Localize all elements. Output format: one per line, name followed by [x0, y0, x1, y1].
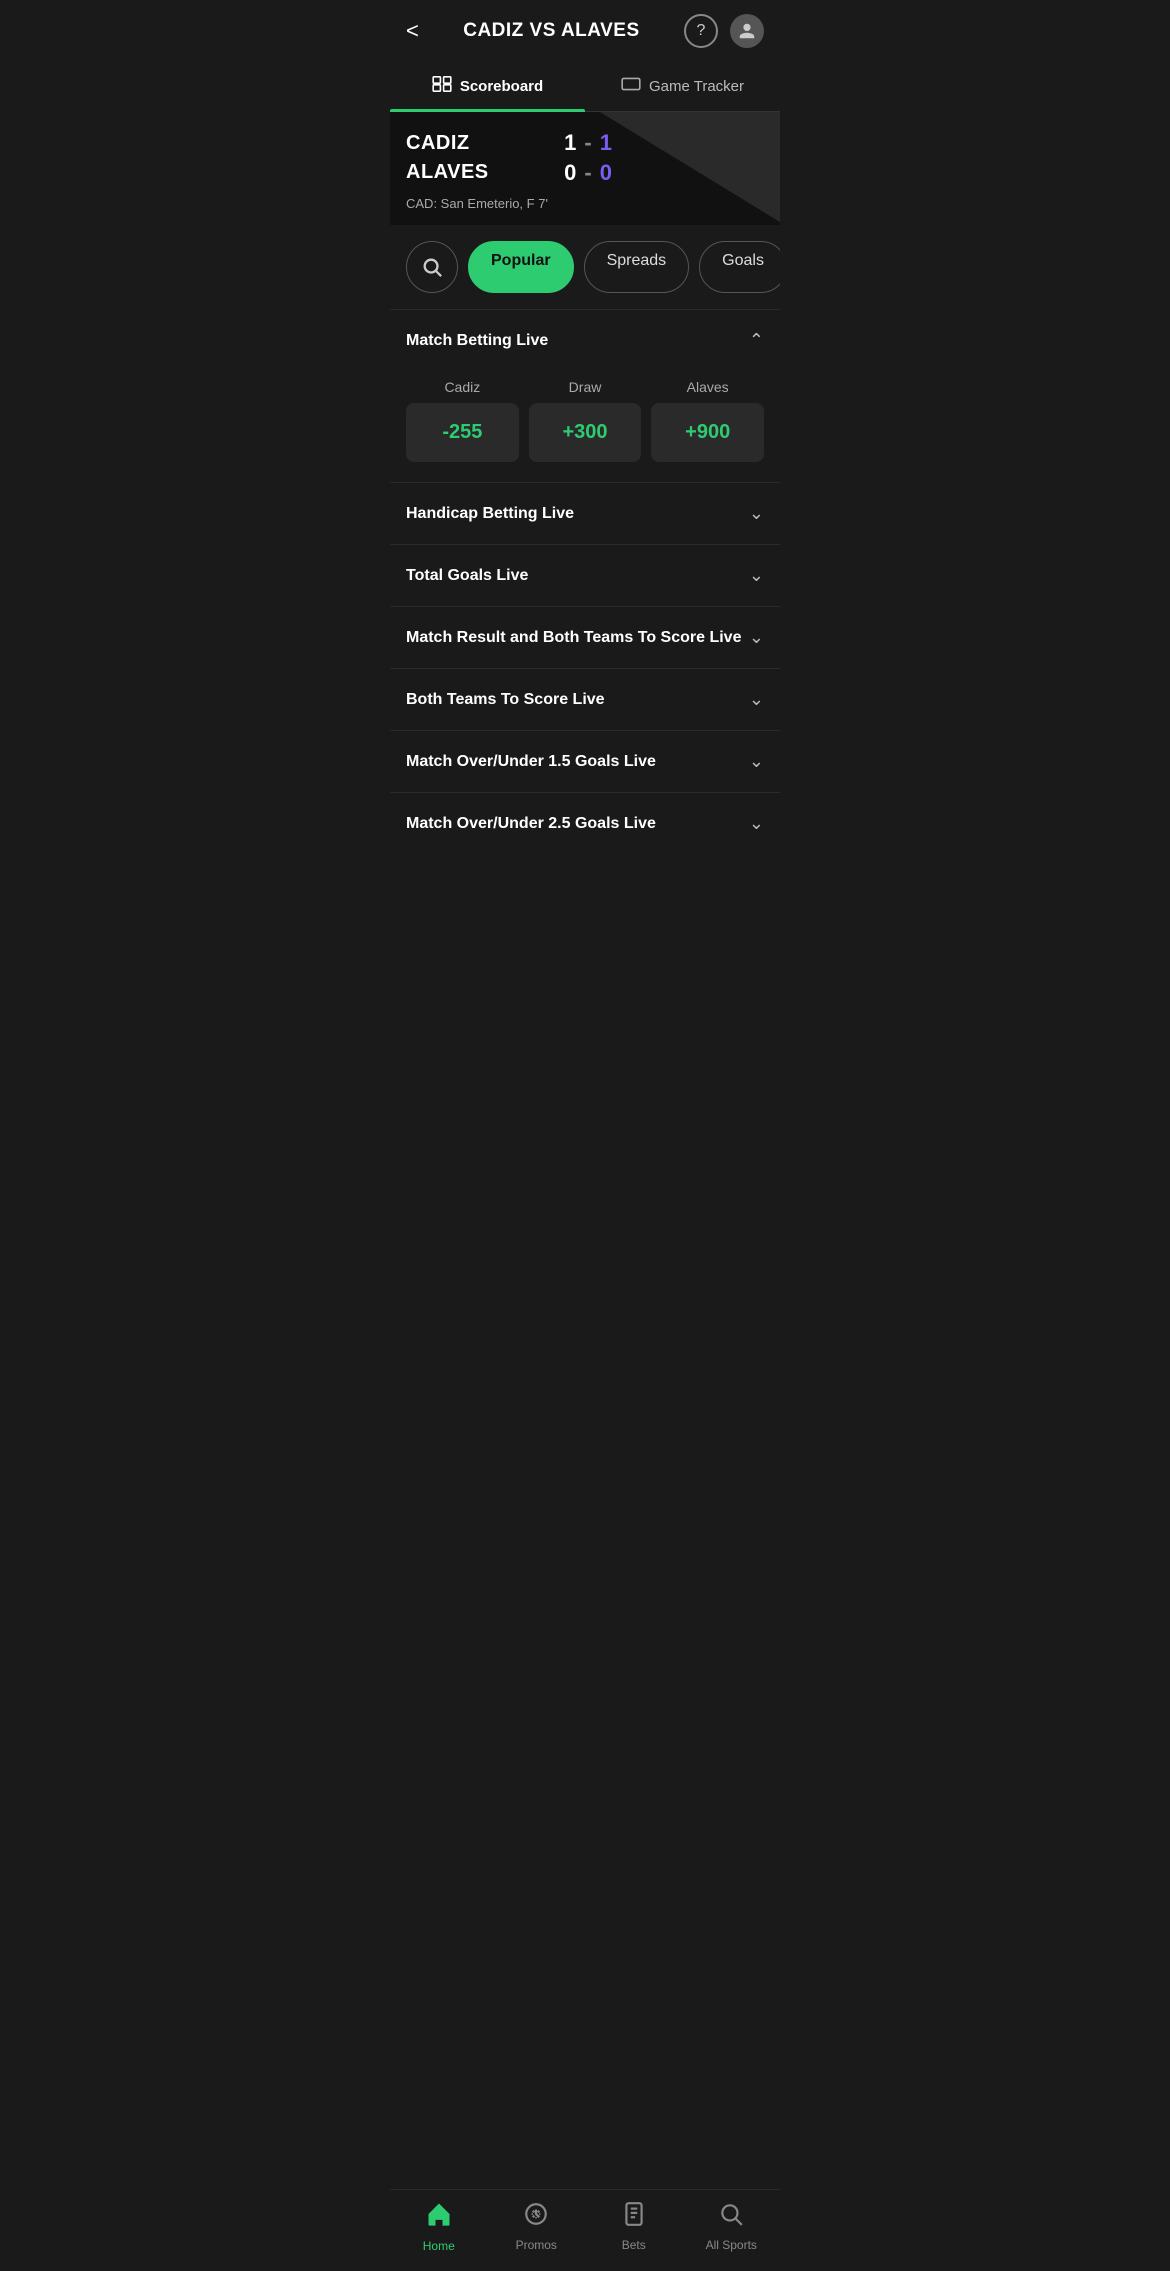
nav-home[interactable]: Home	[390, 2200, 488, 2253]
home-score-current: 1	[564, 130, 576, 156]
back-button[interactable]: <	[406, 18, 419, 44]
bets-icon	[621, 2201, 647, 2234]
home-icon	[425, 2200, 453, 2235]
total-goals-title: Total Goals Live	[406, 567, 528, 585]
scores: 1 - 1 0 - 0	[564, 130, 612, 186]
help-icon[interactable]: ?	[684, 14, 718, 48]
over-under-1-5-section: Match Over/Under 1.5 Goals Live ⌄	[390, 730, 780, 792]
filters: Popular Spreads Goals Tea	[390, 225, 780, 309]
match-betting-section: Match Betting Live ⌃ Cadiz -255 Draw +30…	[390, 309, 780, 482]
over-under-2-5-chevron: ⌄	[749, 813, 764, 834]
total-goals-header[interactable]: Total Goals Live ⌄	[390, 545, 780, 606]
handicap-chevron: ⌄	[749, 503, 764, 524]
match-result-bts-chevron: ⌄	[749, 627, 764, 648]
bet-btn-alaves[interactable]: +900	[651, 403, 764, 462]
filter-goals[interactable]: Goals	[699, 241, 780, 293]
all-sports-icon	[718, 2201, 744, 2234]
total-goals-chevron: ⌄	[749, 565, 764, 586]
handicap-section: Handicap Betting Live ⌄	[390, 482, 780, 544]
bts-title: Both Teams To Score Live	[406, 691, 605, 709]
tab-scoreboard[interactable]: Scoreboard	[390, 62, 585, 111]
bts-section: Both Teams To Score Live ⌄	[390, 668, 780, 730]
nav-all-sports[interactable]: All Sports	[683, 2201, 781, 2252]
live-time: H1 | 28:33	[705, 159, 756, 171]
bet-value-alaves: +900	[685, 421, 730, 443]
match-result-bts-header[interactable]: Match Result and Both Teams To Score Liv…	[390, 607, 780, 668]
bet-value-draw: +300	[562, 421, 607, 443]
bottom-nav: Home Promos Bets	[390, 2189, 780, 2271]
match-event: CAD: San Emeterio, F 7'	[406, 196, 764, 211]
handicap-title: Handicap Betting Live	[406, 505, 574, 523]
bet-columns: Cadiz -255 Draw +300 Alaves +900	[406, 379, 764, 462]
tab-game-tracker[interactable]: Game Tracker	[585, 62, 780, 111]
over-under-2-5-section: Match Over/Under 2.5 Goals Live ⌄	[390, 792, 780, 854]
live-label: LIVE	[705, 145, 756, 159]
away-score-row: 0 - 0	[564, 160, 612, 186]
over-under-1-5-header[interactable]: Match Over/Under 1.5 Goals Live ⌄	[390, 731, 780, 792]
nav-promos[interactable]: Promos	[488, 2201, 586, 2252]
tab-scoreboard-label: Scoreboard	[460, 78, 543, 95]
bet-col-alaves-label: Alaves	[687, 379, 729, 395]
live-badge: LIVE H1 | 28:33	[697, 143, 764, 173]
away-score-other: 0	[600, 160, 612, 186]
user-icon[interactable]	[730, 14, 764, 48]
home-team: CADIZ	[406, 132, 489, 155]
promos-icon	[523, 2201, 549, 2234]
betting-table: Cadiz -255 Draw +300 Alaves +900	[390, 371, 780, 482]
match-result-bts-title: Match Result and Both Teams To Score Liv…	[406, 629, 741, 647]
away-score-dash: -	[584, 160, 591, 186]
home-score-row: 1 - 1	[564, 130, 612, 156]
filter-spreads[interactable]: Spreads	[584, 241, 690, 293]
nav-bets[interactable]: Bets	[585, 2201, 683, 2252]
handicap-header[interactable]: Handicap Betting Live ⌄	[390, 483, 780, 544]
match-betting-title: Match Betting Live	[406, 332, 548, 350]
tab-game-tracker-label: Game Tracker	[649, 78, 744, 95]
bts-header[interactable]: Both Teams To Score Live ⌄	[390, 669, 780, 730]
header: < CADIZ VS ALAVES ?	[390, 0, 780, 62]
teams: CADIZ ALAVES	[406, 132, 489, 184]
game-tracker-tab-icon	[621, 76, 641, 97]
bet-col-cadiz: Cadiz -255	[406, 379, 519, 462]
home-score-dash: -	[584, 130, 591, 156]
match-result-bts-section: Match Result and Both Teams To Score Liv…	[390, 606, 780, 668]
bet-col-draw: Draw +300	[529, 379, 642, 462]
scoreboard-inner: CADIZ ALAVES 1 - 1 0 - 0 LIVE H1 | 28:33	[406, 130, 764, 186]
scoreboard-tab-icon	[432, 76, 452, 97]
all-sports-label: All Sports	[706, 2238, 757, 2252]
scoreboard: CADIZ ALAVES 1 - 1 0 - 0 LIVE H1 | 28:33	[390, 112, 780, 225]
bet-col-cadiz-label: Cadiz	[444, 379, 480, 395]
home-label: Home	[423, 2239, 455, 2253]
match-betting-chevron: ⌃	[749, 330, 764, 351]
over-under-2-5-title: Match Over/Under 2.5 Goals Live	[406, 815, 656, 833]
bts-chevron: ⌄	[749, 689, 764, 710]
over-under-1-5-chevron: ⌄	[749, 751, 764, 772]
over-under-1-5-title: Match Over/Under 1.5 Goals Live	[406, 753, 656, 771]
header-icons: ?	[684, 14, 764, 48]
filter-popular[interactable]: Popular	[468, 241, 574, 293]
total-goals-section: Total Goals Live ⌄	[390, 544, 780, 606]
promos-label: Promos	[516, 2238, 557, 2252]
page-title: CADIZ VS ALAVES	[463, 20, 639, 42]
away-score-current: 0	[564, 160, 576, 186]
home-score-other: 1	[600, 130, 612, 156]
bet-value-cadiz: -255	[442, 421, 482, 443]
away-team: ALAVES	[406, 161, 489, 184]
match-betting-header[interactable]: Match Betting Live ⌃	[390, 310, 780, 371]
over-under-2-5-header[interactable]: Match Over/Under 2.5 Goals Live ⌄	[390, 793, 780, 854]
filter-search-button[interactable]	[406, 241, 458, 293]
tabs: Scoreboard Game Tracker	[390, 62, 780, 112]
bet-btn-cadiz[interactable]: -255	[406, 403, 519, 462]
bet-col-draw-label: Draw	[569, 379, 602, 395]
bet-col-alaves: Alaves +900	[651, 379, 764, 462]
bets-label: Bets	[622, 2238, 646, 2252]
bet-btn-draw[interactable]: +300	[529, 403, 642, 462]
